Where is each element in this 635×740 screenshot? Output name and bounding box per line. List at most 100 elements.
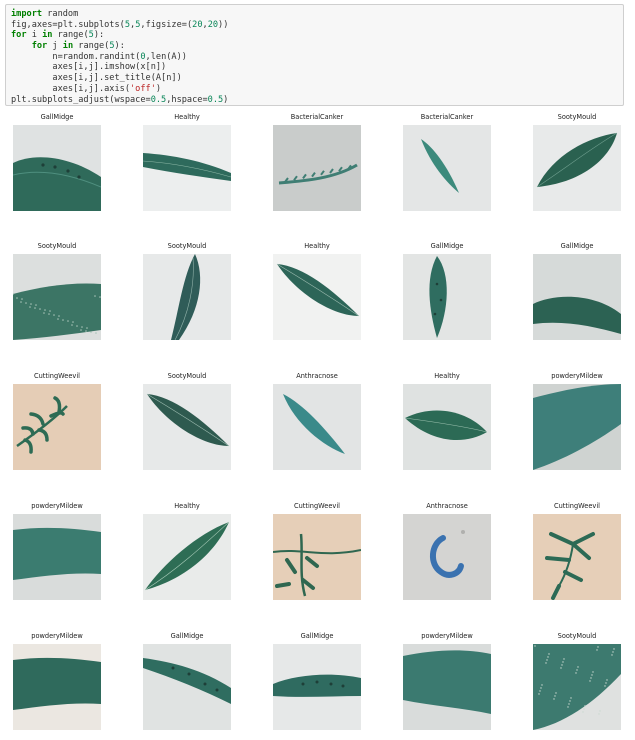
subplot-title: Healthy	[304, 242, 330, 250]
code-token: for	[31, 41, 48, 52]
subplot-title: powderyMildew	[31, 502, 83, 510]
code-token: 0.5	[150, 94, 167, 105]
subplot-grid: GallMidge Healthy BacterialCanker Bacterial…	[0, 113, 635, 733]
subplot-title: GallMidge	[300, 632, 334, 640]
code-token: 0.5	[207, 94, 224, 105]
leaf-image	[143, 384, 231, 470]
leaf-image-canvas	[273, 254, 361, 340]
code-line: plt.subplots_adjust(wspace=0.5,hspace=0.…	[11, 95, 623, 106]
code-line: for i in range(5):	[11, 30, 623, 41]
leaf-image-canvas	[273, 384, 361, 470]
code-token: plt.subplots_adjust(wspace=	[11, 94, 151, 105]
code-line: n=random.randint(0,len(A))	[11, 52, 623, 63]
code-token: n=random.randint(	[11, 51, 141, 62]
code-token: range(	[52, 30, 89, 41]
subplot-title: Anthracnose	[296, 372, 338, 380]
leaf-image	[13, 644, 101, 730]
subplot-title: CuttingWeevil	[34, 372, 80, 380]
leaf-image	[533, 514, 621, 600]
code-editor[interactable]: import random fig,axes=plt.subplots(5,5,f…	[11, 9, 623, 105]
code-token: axes[i,j].axis(	[11, 83, 130, 94]
leaf-image	[143, 514, 231, 600]
leaf-image-canvas	[143, 254, 231, 340]
subplot-title: SootyMould	[557, 632, 597, 640]
leaf-image	[403, 514, 491, 600]
leaf-image	[273, 254, 361, 340]
leaf-image-canvas	[533, 384, 621, 470]
code-token: ,len(A))	[145, 51, 187, 62]
leaf-image-canvas	[403, 644, 491, 730]
leaf-image	[13, 384, 101, 470]
code-token: random	[42, 9, 79, 19]
code-line: for j in range(5):	[11, 41, 623, 52]
leaf-image-canvas	[13, 514, 101, 600]
code-token: ))	[218, 19, 229, 30]
code-line: import random	[11, 9, 623, 20]
subplot-title: BacterialCanker	[420, 113, 474, 121]
subplot-title: GallMidge	[430, 242, 464, 250]
leaf-image-canvas	[533, 125, 621, 211]
code-line: axes[i,j].axis('off')	[11, 84, 623, 95]
code-token: ):	[93, 30, 105, 41]
subplot-title: GallMidge	[40, 113, 74, 121]
code-line: axes[i,j].imshow(x[n])	[11, 62, 623, 73]
code-line: fig,axes=plt.subplots(5,5,figsize=(20,20…	[11, 20, 623, 31]
leaf-image-canvas	[403, 125, 491, 211]
leaf-image-canvas	[273, 125, 361, 211]
code-token: for	[11, 30, 27, 41]
leaf-image	[273, 644, 361, 730]
leaf-image-canvas	[13, 254, 101, 340]
code-token: 'off'	[130, 83, 156, 94]
leaf-image-canvas	[403, 514, 491, 600]
leaf-image-canvas	[13, 384, 101, 470]
subplot-title: SootyMould	[167, 242, 207, 250]
subplot-title: SootyMould	[167, 372, 207, 380]
leaf-image-canvas	[533, 514, 621, 600]
leaf-image	[533, 254, 621, 340]
subplot-title: powderyMildew	[421, 632, 473, 640]
subplot-title: Healthy	[174, 113, 200, 121]
code-cell[interactable]: import random fig,axes=plt.subplots(5,5,f…	[5, 4, 624, 106]
leaf-image-canvas	[403, 384, 491, 470]
leaf-image-canvas	[533, 644, 621, 730]
leaf-image-canvas	[273, 514, 361, 600]
leaf-image	[403, 254, 491, 340]
code-token: axes[i,j].set_title(A[n])	[11, 73, 182, 84]
leaf-image	[533, 644, 621, 730]
leaf-image-canvas	[13, 125, 101, 211]
code-token: j	[47, 41, 63, 52]
leaf-image	[13, 125, 101, 211]
leaf-image-canvas	[273, 644, 361, 730]
code-line: axes[i,j].set_title(A[n])	[11, 73, 623, 84]
leaf-image-canvas	[143, 644, 231, 730]
subplot-title: powderyMildew	[31, 632, 83, 640]
subplot-title: SootyMould	[37, 242, 77, 250]
code-token: ,hspace=	[166, 94, 208, 105]
leaf-image-canvas	[533, 254, 621, 340]
code-token: )	[155, 83, 162, 94]
leaf-image	[273, 384, 361, 470]
code-token: range(	[73, 41, 110, 52]
code-token: in	[42, 30, 53, 41]
subplot-title: SootyMould	[557, 113, 597, 121]
code-token: import	[11, 9, 43, 19]
leaf-image	[143, 254, 231, 340]
code-token: ):	[114, 41, 125, 52]
subplot-title: CuttingWeevil	[554, 502, 600, 510]
leaf-image-canvas	[143, 384, 231, 470]
leaf-image	[13, 254, 101, 340]
leaf-image	[533, 125, 621, 211]
subplot-title: GallMidge	[560, 242, 594, 250]
leaf-image	[533, 384, 621, 470]
leaf-image	[403, 384, 491, 470]
leaf-image	[273, 514, 361, 600]
leaf-image	[403, 125, 491, 211]
code-token: )	[223, 94, 229, 105]
leaf-image	[13, 514, 101, 600]
leaf-image	[403, 644, 491, 730]
leaf-image-canvas	[143, 125, 231, 211]
leaf-image-canvas	[143, 514, 231, 600]
subplot-title: BacterialCanker	[290, 113, 344, 121]
leaf-image	[143, 644, 231, 730]
